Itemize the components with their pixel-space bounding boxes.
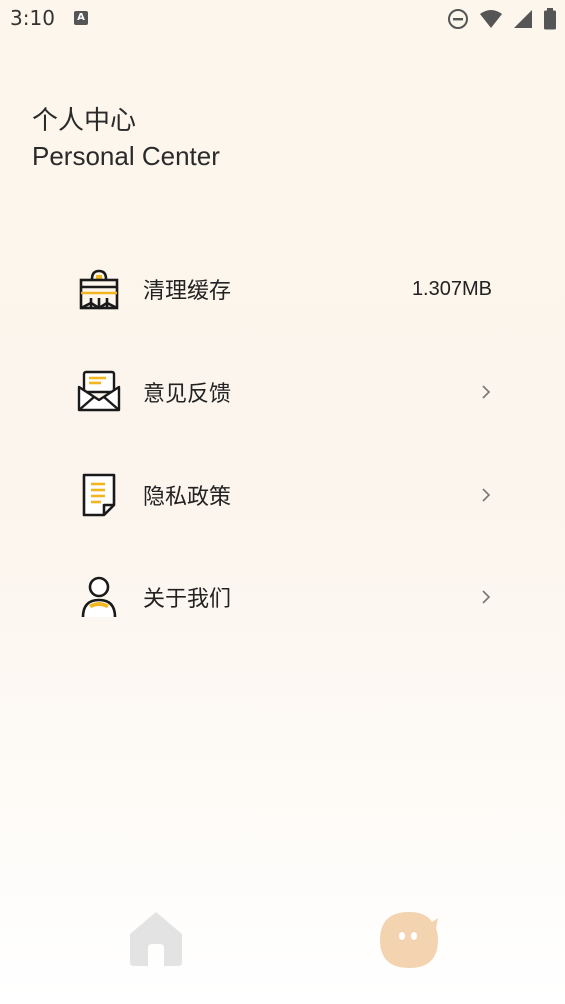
menu-item-feedback[interactable]: 意见反馈 bbox=[76, 341, 496, 444]
do-not-disturb-icon bbox=[448, 9, 468, 29]
page-title-en: Personal Center bbox=[32, 141, 220, 171]
menu-item-privacy-policy[interactable]: 隐私政策 bbox=[76, 443, 496, 546]
status-bar: 3:10 A bbox=[0, 0, 565, 38]
page-title: 个人中心 Personal Center bbox=[32, 104, 220, 173]
storage-cabinet-icon bbox=[76, 266, 122, 312]
menu-item-about-us[interactable]: 关于我们 bbox=[76, 546, 496, 649]
document-icon bbox=[76, 472, 122, 518]
envelope-icon bbox=[76, 369, 122, 415]
status-icons bbox=[437, 8, 557, 30]
home-icon[interactable] bbox=[124, 908, 188, 970]
signal-icon bbox=[514, 10, 532, 28]
chevron-right-icon bbox=[482, 385, 491, 399]
menu-item-label: 隐私政策 bbox=[143, 484, 232, 510]
chevron-right-icon bbox=[482, 488, 491, 502]
text-a-icon: A bbox=[74, 11, 88, 25]
cache-size-value: 1.307MB bbox=[411, 277, 492, 300]
menu-item-label: 清理缓存 bbox=[143, 279, 232, 305]
chat-face-icon[interactable] bbox=[376, 906, 442, 972]
menu-item-label: 意见反馈 bbox=[143, 382, 232, 408]
status-time: 3:10 bbox=[10, 6, 55, 30]
wifi-icon bbox=[480, 10, 502, 28]
bottom-navigation bbox=[0, 894, 565, 1004]
settings-menu: 清理缓存 1.307MB 意见反馈 隐私政策 关于我们 bbox=[76, 238, 496, 649]
chevron-right-icon bbox=[482, 590, 491, 604]
menu-item-label: 关于我们 bbox=[143, 587, 232, 613]
battery-icon bbox=[544, 8, 556, 30]
person-icon bbox=[76, 574, 122, 620]
menu-item-clear-cache[interactable]: 清理缓存 1.307MB bbox=[76, 238, 496, 341]
page-title-zh: 个人中心 bbox=[32, 106, 137, 136]
